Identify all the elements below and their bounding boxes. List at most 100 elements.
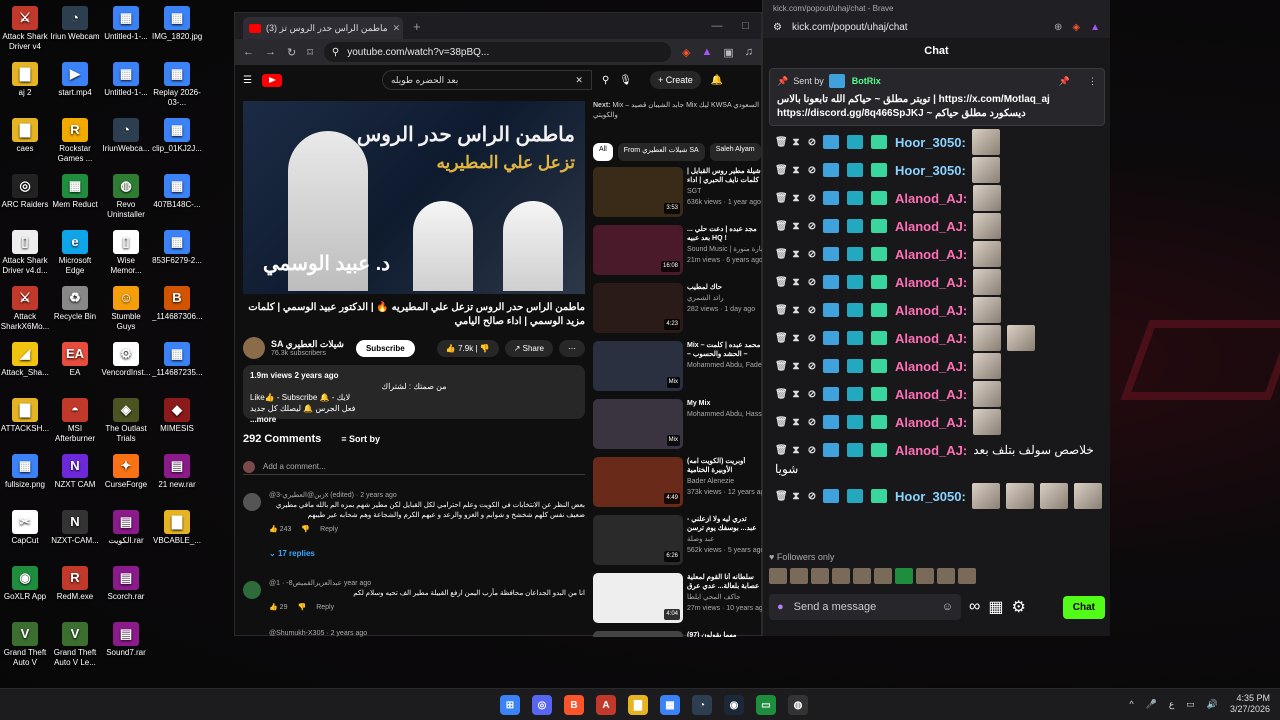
desktop-icon[interactable]: ▯ Attack Shark Driver v4.d... (0, 230, 50, 276)
chat-emote[interactable] (973, 241, 1002, 267)
related-video[interactable]: Mix My Mix Mohammed Abdu, Hassan ... (593, 399, 763, 451)
delete-icon[interactable]: 🗑 (775, 361, 788, 372)
desktop-icon[interactable]: EA EA (50, 342, 100, 378)
rewards-icon[interactable]: ▲ (1090, 22, 1100, 33)
timeout-icon[interactable]: ⧗ (791, 221, 801, 232)
ban-icon[interactable]: ⊘ (807, 417, 817, 428)
desktop-icon[interactable]: ✦ CurseForge (101, 454, 151, 490)
desktop-icon[interactable]: ✂ CapCut (0, 510, 50, 546)
delete-icon[interactable]: 🗑 (775, 333, 788, 344)
desktop-icon[interactable]: R Rockstar Games ... (50, 118, 100, 164)
emote[interactable] (874, 568, 892, 584)
language-indicator[interactable]: ع (1169, 699, 1174, 710)
emote[interactable] (916, 568, 934, 584)
ban-icon[interactable]: ⊘ (807, 361, 817, 372)
message-input[interactable]: ● Send a message ☺ (769, 594, 961, 620)
gift-icon[interactable]: ▦ (988, 597, 1003, 617)
chat-username[interactable]: Hoor_3050: (895, 163, 966, 178)
media-icon[interactable]: ♫ (745, 46, 753, 58)
desktop-icon[interactable]: V Grand Theft Auto V Le... (50, 622, 100, 668)
delete-icon[interactable]: 🗑 (775, 221, 788, 232)
desktop-icon[interactable]: N NZXT CAM (50, 454, 100, 490)
related-video[interactable]: 6:26 تدري ليه ولا ازعلني - عبد... بوسفك ي… (593, 515, 763, 567)
desktop-icon[interactable]: ▦ fullsize.png (0, 454, 50, 490)
chat-username[interactable]: Alanod_AJ: (895, 359, 967, 374)
dislike-comment-icon[interactable]: 👎 (297, 603, 306, 613)
emote[interactable] (958, 568, 976, 584)
steam-icon[interactable]: ◉ (724, 695, 744, 715)
desktop-icon[interactable]: ▦ Untitled-1-... (101, 62, 151, 98)
ban-icon[interactable]: ⊘ (807, 137, 817, 148)
desktop-icon[interactable]: ▇ ATTACKSH... (0, 398, 50, 434)
chat-username[interactable]: Alanod_AJ: (895, 443, 967, 458)
settings-icon[interactable]: ⚙ (1012, 597, 1026, 617)
desktop-icon[interactable]: ◈ The Outlast Trials (101, 398, 151, 444)
chat-emote[interactable] (973, 325, 1002, 351)
emote[interactable] (895, 568, 913, 584)
chat-emote[interactable] (973, 269, 1002, 295)
volume-icon[interactable]: 🔊 (1207, 699, 1218, 710)
ban-icon[interactable]: ⊘ (807, 333, 817, 344)
related-video[interactable]: Mix Mix – محمد عبده | كلمت – الحشد والحسو… (593, 341, 763, 393)
desktop-icon[interactable]: R RedM.exe (50, 566, 100, 602)
chat-emote[interactable] (1005, 483, 1034, 509)
mic-icon[interactable]: ● (777, 601, 784, 613)
desktop-icon[interactable]: ▤ الكويت.rar (101, 510, 151, 546)
chat-username[interactable]: Alanod_AJ: (895, 331, 967, 346)
timeout-icon[interactable]: ⧗ (791, 165, 801, 176)
desktop-icon[interactable]: ▇ VBCABLE_... (152, 510, 202, 546)
timeout-icon[interactable]: ⧗ (791, 193, 801, 204)
notifications-icon[interactable]: 🔔 (711, 75, 723, 86)
timeout-icon[interactable]: ⧗ (791, 417, 801, 428)
chat-emote[interactable] (973, 381, 1002, 407)
minimize-icon[interactable]: — (711, 20, 722, 32)
timeout-icon[interactable]: ⧗ (791, 389, 801, 400)
desktop-icon[interactable]: ◓ MSI Afterburner (50, 398, 100, 444)
timeout-icon[interactable]: ⧗ (791, 333, 801, 344)
chip-from-channel[interactable]: From شيلات العطيري SA (617, 143, 705, 161)
ban-icon[interactable]: ⊘ (807, 491, 817, 502)
ban-icon[interactable]: ⊘ (807, 249, 817, 260)
mic-tray-icon[interactable]: 🎤 (1146, 699, 1157, 710)
desktop-icon[interactable]: ▶ start.mp4 (50, 62, 100, 98)
delete-icon[interactable]: 🗑 (775, 389, 788, 400)
related-video[interactable]: 4:23 حاك لمطيب رائد الشمري 282 views · 1 da… (593, 283, 763, 335)
brave-icon[interactable]: B (564, 695, 584, 715)
emoji-icon[interactable]: ☺ (942, 601, 953, 613)
like-button[interactable]: 👍 7.9k | 👎 (436, 339, 499, 357)
desktop-icon[interactable]: ⚔ Attack Shark Driver v4 (0, 6, 50, 52)
desktop-icon[interactable]: ▦ IMG_1820.jpg (152, 6, 202, 42)
youtube-logo-icon[interactable] (261, 73, 282, 87)
timeout-icon[interactable]: ⧗ (791, 361, 801, 372)
clock[interactable]: 4:35 PM 3/27/2026 (1230, 693, 1270, 715)
chat-username[interactable]: Alanod_AJ: (895, 275, 967, 290)
desktop-icon[interactable]: ◔ Iriun Webcam (50, 6, 100, 42)
terminal-icon[interactable]: ▭ (756, 695, 776, 715)
desc-more-link[interactable]: ...more (250, 415, 276, 424)
zoom-icon[interactable]: ⊕ (1054, 22, 1062, 33)
emote[interactable] (811, 568, 829, 584)
timeout-icon[interactable]: ⧗ (791, 277, 801, 288)
desktop-icon[interactable]: ◉ GoXLR App (0, 566, 50, 602)
desktop-icon[interactable]: ⚙ VencordInst... (101, 342, 151, 378)
loop-icon[interactable]: ∞ (969, 598, 980, 616)
network-icon[interactable]: ▭ (1186, 699, 1195, 710)
emote[interactable] (832, 568, 850, 584)
timeout-icon[interactable]: ⧗ (791, 305, 801, 316)
desktop-icon[interactable]: ▤ 21 new.rar (152, 454, 202, 490)
sort-button[interactable]: ≡ Sort by (341, 434, 380, 444)
desktop-icon[interactable]: ♻ Recycle Bin (50, 286, 100, 322)
replies-toggle[interactable]: ⌄ 17 replies (269, 549, 585, 559)
chat-emote[interactable] (1073, 483, 1102, 509)
desktop-icon[interactable]: ▇ caes (0, 118, 50, 154)
timeout-icon[interactable]: ⧗ (791, 137, 801, 148)
pinned-line-2[interactable]: https://discord.gg/8q466SpJKJ ~ ديسكورد … (777, 107, 1097, 121)
create-button[interactable]: + Create (650, 71, 701, 89)
chat-username[interactable]: Hoor_3050: (895, 489, 966, 504)
kick-url[interactable]: kick.com/popout/uhaj/chat (792, 22, 908, 33)
file-explorer-icon[interactable]: ▇ (628, 695, 648, 715)
desktop-icon[interactable]: ▦ Replay 2026-03-... (152, 62, 202, 108)
reply-button[interactable]: Reply (320, 525, 338, 535)
tray-chevron-icon[interactable]: ^ (1129, 699, 1133, 709)
brave-shield-icon[interactable]: ◈ (682, 46, 690, 59)
